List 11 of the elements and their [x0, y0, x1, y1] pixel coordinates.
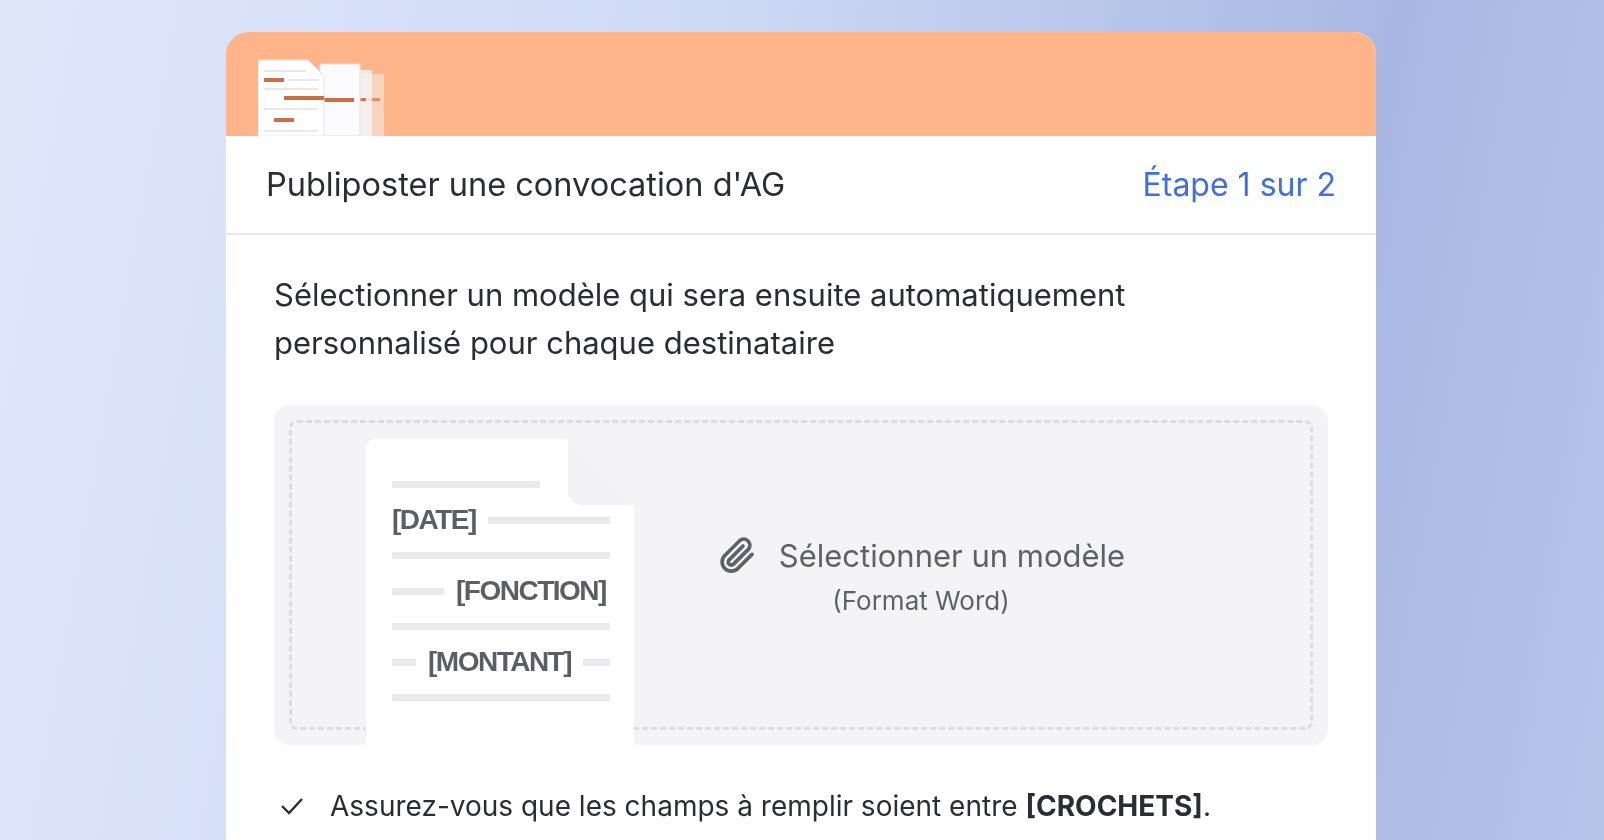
- instruction-text: Sélectionner un modèle qui sera ensuite automatiquement personnalisé pour chaque destinataire: [274, 275, 1127, 363]
- step-indicator: Étape 1 sur 2: [1142, 165, 1336, 204]
- merge-field-text: [DATE]: [392, 504, 476, 536]
- merge-field-text: [FONCTION]: [456, 575, 606, 607]
- file-dropzone[interactable]: [DATE] [FONCTION] [MONTANT] Sélectionner un modèle (Format Word): [274, 405, 1328, 745]
- merge-field-text: [MONTANT]: [428, 646, 572, 678]
- dialog-title: Publiposter une convocation d'AG: [266, 165, 786, 204]
- checkmark-icon: [280, 796, 304, 816]
- select-template-label: Sélectionner un modèle: [778, 537, 1126, 574]
- tip-text: Assurez-vous que les champs à remplir soient entre [CROCHETS].: [330, 789, 1211, 823]
- format-hint: (Format Word): [832, 584, 1010, 616]
